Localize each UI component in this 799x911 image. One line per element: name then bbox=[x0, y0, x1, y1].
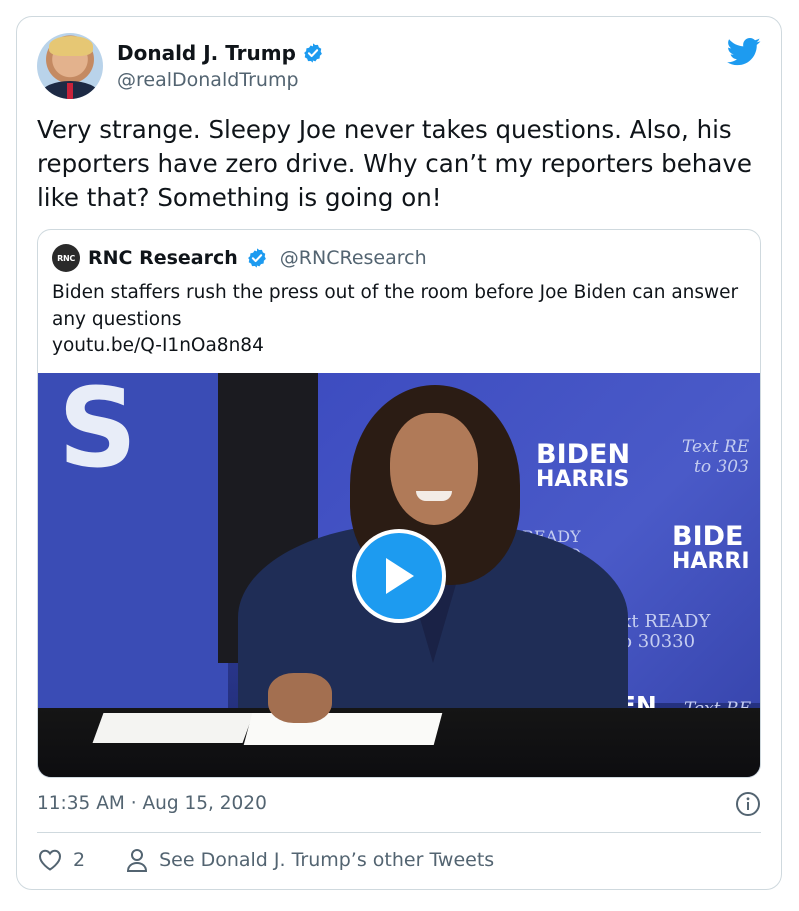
author-name[interactable]: Donald J. Trump bbox=[117, 41, 296, 65]
quoted-body: Biden staffers rush the press out of the… bbox=[52, 282, 739, 330]
author-info: Donald J. Trump @realDonaldTrump bbox=[117, 41, 324, 91]
quoted-link[interactable]: youtu.be/Q-I1nOa8n84 bbox=[52, 333, 742, 360]
sign-biden-2: BIDE bbox=[672, 521, 744, 552]
verified-badge-icon bbox=[304, 43, 322, 63]
sign-harris: HARRIS bbox=[536, 467, 630, 492]
sign-text-re-1: Text RE bbox=[682, 437, 750, 457]
play-button[interactable] bbox=[352, 529, 446, 623]
person-face bbox=[390, 413, 478, 525]
person-icon bbox=[127, 849, 148, 872]
sign-to-303: to 303 bbox=[694, 457, 749, 477]
video-thumbnail[interactable]: S BIDEN HARRIS Text RE to 303 READY O BI… bbox=[38, 373, 760, 777]
play-icon bbox=[386, 558, 414, 594]
desk-paper bbox=[92, 713, 254, 743]
twitter-bird-icon[interactable] bbox=[727, 37, 761, 67]
sign-biden: BIDEN bbox=[536, 439, 631, 470]
like-count: 2 bbox=[73, 849, 86, 871]
quoted-avatar: RNC bbox=[52, 244, 80, 272]
tweet-header: Donald J. Trump @realDonaldTrump bbox=[37, 31, 761, 103]
quoted-name: RNC Research bbox=[88, 247, 238, 269]
author-handle[interactable]: @realDonaldTrump bbox=[117, 69, 324, 91]
quoted-header: RNC RNC Research @RNCResearch bbox=[52, 244, 427, 272]
heart-icon bbox=[38, 849, 62, 871]
sign-harris-2: HARRI bbox=[672, 549, 750, 574]
tweet-actions: 2 See Donald J. Trump’s other Tweets bbox=[37, 847, 494, 873]
author-avatar[interactable] bbox=[37, 33, 103, 99]
quoted-handle: @RNCResearch bbox=[279, 247, 427, 269]
like-button[interactable]: 2 bbox=[37, 848, 85, 872]
tweet-card[interactable]: Donald J. Trump @realDonaldTrump Very st… bbox=[16, 16, 782, 890]
quoted-text: Biden staffers rush the press out of the… bbox=[52, 280, 742, 360]
tweet-timestamp[interactable]: 11:35 AM · Aug 15, 2020 bbox=[37, 793, 267, 814]
see-other-tweets-link[interactable]: See Donald J. Trump’s other Tweets bbox=[125, 847, 494, 873]
desk-paper bbox=[243, 713, 443, 745]
info-icon[interactable] bbox=[735, 791, 761, 817]
backdrop-letter: S bbox=[58, 373, 138, 492]
divider bbox=[37, 832, 761, 833]
see-other-tweets-label: See Donald J. Trump’s other Tweets bbox=[159, 849, 495, 871]
quoted-tweet[interactable]: RNC RNC Research @RNCResearch Biden staf… bbox=[37, 229, 761, 778]
person-smile bbox=[416, 491, 452, 501]
person-hand bbox=[268, 673, 332, 723]
verified-badge-icon bbox=[247, 248, 266, 268]
tweet-text: Very strange. Sleepy Joe never takes que… bbox=[37, 115, 752, 212]
